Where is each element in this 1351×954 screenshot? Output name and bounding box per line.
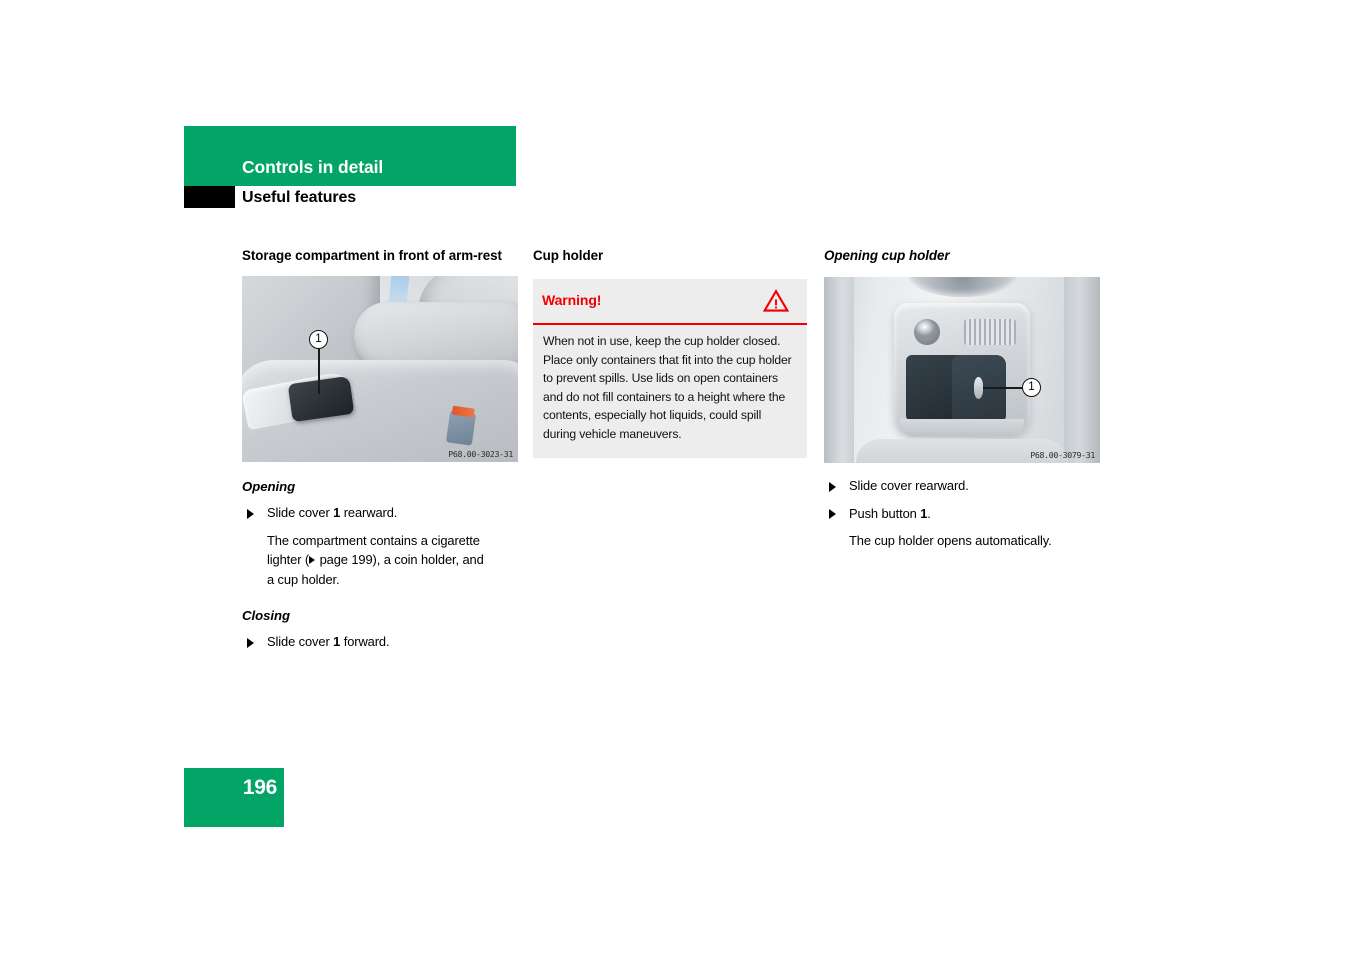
console-vent-grille-shape [964, 319, 1016, 345]
warning-triangle-icon [762, 289, 790, 318]
figure-caption: P68.00-3023-31 [448, 449, 513, 459]
page-number-block: 196 [184, 768, 284, 827]
figure-caption: P68.00-3079-31 [1030, 450, 1095, 460]
cup-holder-figure: 1 P68.00-3079-31 [824, 277, 1100, 463]
callout-leader-line [318, 348, 320, 394]
warning-box: Warning! When not in use, keep the cup h… [533, 279, 807, 458]
opening-note-line2-b: page 199), a coin holder, and [316, 552, 484, 567]
chapter-title: Controls in detail [242, 157, 384, 177]
opening-step-text-before: Slide cover [267, 505, 334, 520]
opening-note-line3: a cup holder. [267, 571, 340, 587]
page-number: 196 [242, 776, 277, 799]
cross-reference-arrow-icon [309, 555, 316, 564]
cup-holder-step-1-text: Slide cover rearward. [849, 478, 969, 493]
armrest-storage-figure: 1 P68.00-3023-31 [242, 276, 518, 462]
warning-box-header: Warning! [533, 279, 807, 325]
opening-note-line2-a: lighter ( [267, 552, 310, 567]
section-title: Useful features [242, 189, 357, 206]
gear-selector-well-shape [908, 277, 1018, 297]
warning-body-text: When not in use, keep the cup holder clo… [543, 334, 792, 441]
closing-step-text-before: Slide cover [267, 634, 334, 649]
opening-note-line1: The compartment contains a cigarette [267, 532, 480, 548]
cup-holder-button-shape [974, 377, 983, 399]
opening-subheading: Opening [242, 479, 296, 494]
left-column-heading: Storage compartment in front of arm-rest [242, 248, 502, 263]
middle-column: Cup holder [533, 246, 809, 265]
console-lip-shape [900, 419, 1024, 437]
console-side-left-shape [824, 277, 854, 463]
bullet-triangle-icon [247, 637, 254, 648]
section-thumb-marker [184, 186, 235, 208]
cup-holder-step-2-text-after: . [927, 505, 931, 521]
cup-holder-unit-shape [906, 355, 1006, 423]
opening-step-item: Slide cover 1 rearward. [242, 503, 518, 523]
right-column: Opening cup holder 1 P68.00-3079-31 Slid… [824, 246, 1100, 551]
callout-leader-line [983, 387, 1026, 389]
cup-holder-note: The cup holder opens automatically. [849, 533, 1052, 548]
bullet-triangle-icon [829, 481, 836, 492]
bullet-triangle-icon [247, 508, 254, 519]
middle-column-heading: Cup holder [533, 248, 604, 263]
cup-holder-step-2: Push button 1. [824, 504, 1100, 524]
console-knob-shape [914, 319, 940, 345]
warning-label: Warning! [542, 292, 602, 308]
opening-step-text-after: rearward. [340, 505, 398, 520]
cup-holder-step-2-text-before: Push button [849, 505, 921, 521]
closing-subheading: Closing [242, 608, 291, 623]
cup-holder-step-1: Slide cover rearward. [824, 476, 1100, 496]
cup-holder-illustration [824, 277, 1100, 463]
armrest-storage-illustration [242, 276, 518, 462]
closing-step-item: Slide cover 1 forward. [242, 632, 518, 652]
chapter-header-bar: Controls in detail [184, 126, 516, 186]
figure-callout-1: 1 [309, 330, 328, 349]
opening-note: The compartment contains a cigarette lig… [242, 531, 518, 590]
right-column-heading: Opening cup holder [824, 248, 950, 263]
closing-step-text-after: forward. [340, 634, 390, 649]
figure-callout-1: 1 [1022, 378, 1041, 397]
seatbelt-buckle-shape [445, 410, 477, 446]
console-side-right-shape [1064, 277, 1100, 463]
bullet-triangle-icon [829, 509, 836, 519]
left-column: Storage compartment in front of arm-rest… [242, 246, 518, 652]
